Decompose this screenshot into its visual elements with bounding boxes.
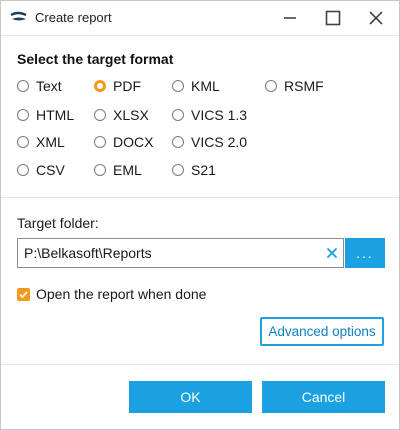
radio-circle-selected [94, 80, 106, 92]
maximize-icon [325, 10, 341, 25]
open-report-checkbox[interactable] [17, 287, 30, 301]
footer-divider [1, 364, 399, 365]
radio-label: HTML [36, 107, 75, 123]
radio-label: VICS 2.0 [191, 134, 248, 150]
radio-label: KML [191, 78, 220, 94]
radio-circle [17, 136, 29, 148]
minimize-button[interactable] [269, 1, 311, 34]
radio-label: Text [36, 78, 62, 94]
radio-circle [172, 109, 184, 121]
radio-circle [94, 136, 106, 148]
close-icon [369, 10, 383, 25]
radio-label: VICS 1.3 [191, 107, 248, 123]
minimize-icon [284, 16, 296, 19]
radio-label: RSMF [284, 78, 324, 94]
app-logo-icon [10, 11, 27, 24]
window-title: Create report [35, 10, 112, 25]
radio-pdf[interactable]: PDF [94, 76, 141, 96]
radio-label: EML [113, 162, 142, 178]
browse-folder-button[interactable]: ... [345, 238, 385, 268]
radio-label: S21 [191, 162, 216, 178]
target-folder-field [17, 238, 344, 268]
maximize-button[interactable] [312, 1, 354, 34]
target-folder-input[interactable] [18, 239, 318, 267]
radio-label: XML [36, 134, 65, 150]
radio-label: PDF [113, 78, 141, 94]
radio-circle [172, 80, 184, 92]
clear-icon [326, 247, 338, 259]
radio-xml[interactable]: XML [17, 132, 65, 152]
radio-xlsx[interactable]: XLSX [94, 105, 149, 125]
open-report-label: Open the report when done [36, 286, 207, 302]
radio-vics-1-3[interactable]: VICS 1.3 [172, 105, 247, 125]
radio-kml[interactable]: KML [172, 76, 220, 96]
radio-vics-2-0[interactable]: VICS 2.0 [172, 132, 247, 152]
format-heading: Select the target format [17, 51, 174, 67]
radio-label: XLSX [113, 107, 149, 123]
advanced-options-button[interactable]: Advanced options [260, 317, 384, 346]
clear-path-button[interactable] [324, 245, 340, 261]
radio-circle [17, 80, 29, 92]
checkmark-icon [19, 290, 28, 298]
radio-docx[interactable]: DOCX [94, 132, 153, 152]
radio-eml[interactable]: EML [94, 160, 142, 180]
radio-text[interactable]: Text [17, 76, 62, 96]
radio-html[interactable]: HTML [17, 105, 74, 125]
radio-circle [94, 164, 106, 176]
radio-s21[interactable]: S21 [172, 160, 216, 180]
radio-circle [94, 109, 106, 121]
create-report-dialog: Create report Select the target format T… [0, 0, 400, 430]
format-section: Select the target format Text PDF KML RS… [1, 35, 399, 198]
radio-circle [172, 136, 184, 148]
radio-circle [172, 164, 184, 176]
title-bar[interactable]: Create report [1, 1, 399, 34]
radio-label: CSV [36, 162, 65, 178]
radio-circle [265, 80, 277, 92]
target-folder-label: Target folder: [17, 215, 99, 231]
radio-circle [17, 109, 29, 121]
close-button[interactable] [355, 1, 397, 34]
ok-button[interactable]: OK [129, 381, 252, 413]
radio-csv[interactable]: CSV [17, 160, 65, 180]
open-report-option[interactable]: Open the report when done [17, 285, 206, 303]
radio-label: DOCX [113, 134, 154, 150]
radio-rsmf[interactable]: RSMF [265, 76, 324, 96]
cancel-button[interactable]: Cancel [262, 381, 385, 413]
radio-circle [17, 164, 29, 176]
